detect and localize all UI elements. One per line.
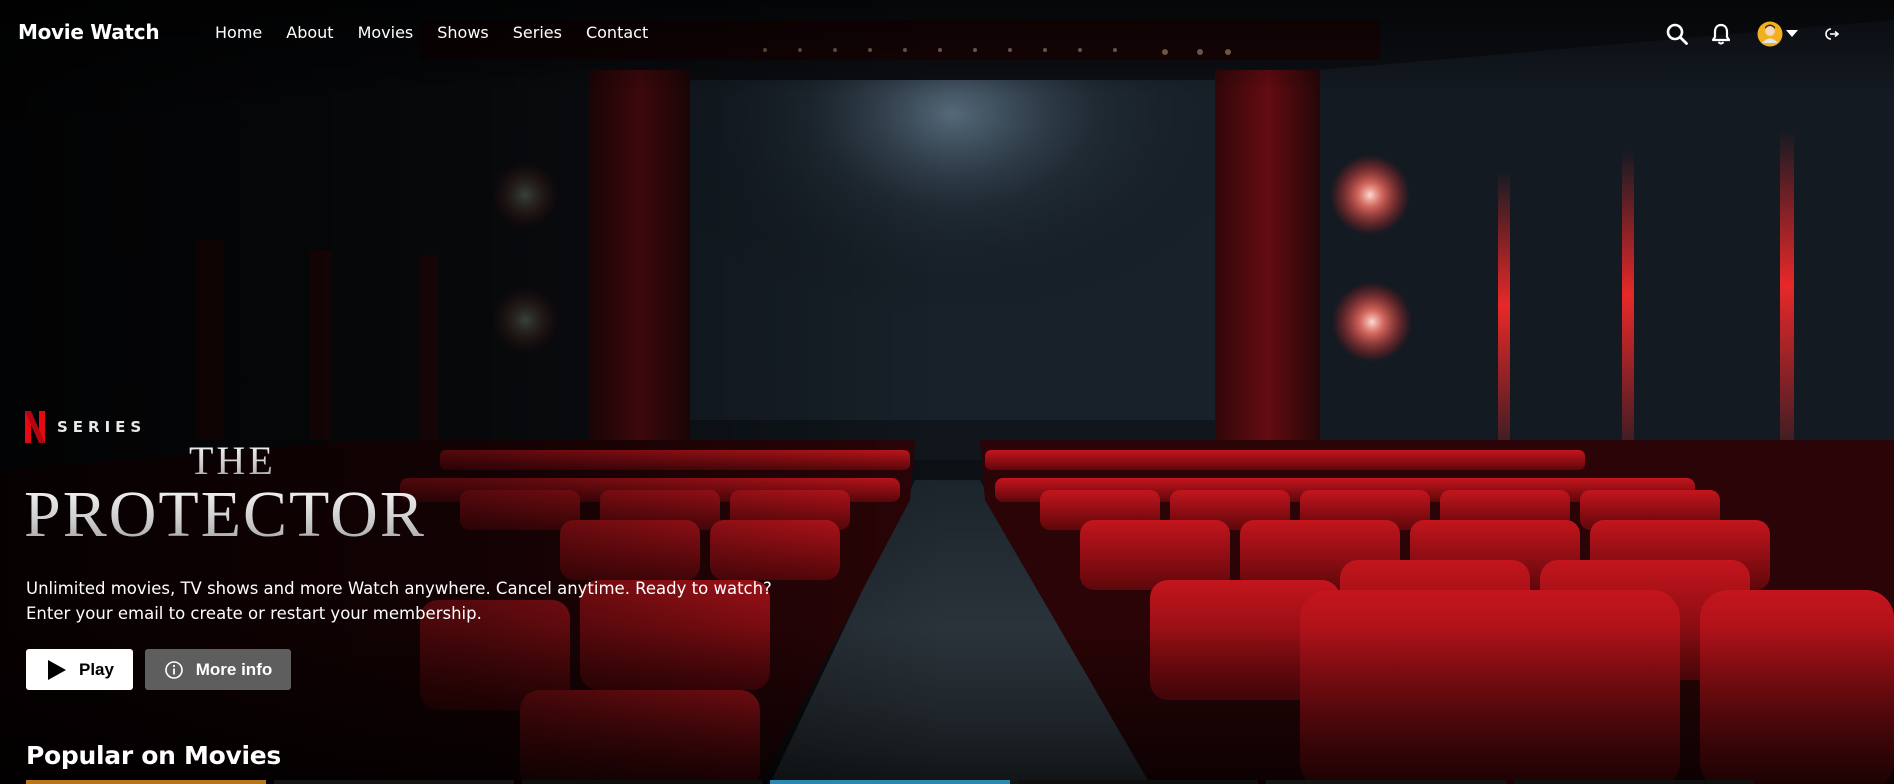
thumbnail-5[interactable] — [1018, 780, 1258, 784]
info-icon — [164, 660, 183, 679]
brand-logo[interactable]: Movie Watch — [18, 20, 160, 44]
nav-link-series[interactable]: Series — [513, 23, 562, 42]
hero-description-line-1: Unlimited movies, TV shows and more Watc… — [26, 579, 772, 598]
nav-link-contact[interactable]: Contact — [586, 23, 648, 42]
play-button[interactable]: Play — [26, 649, 133, 690]
section-title-popular: Popular on Movies — [26, 741, 281, 770]
nav-link-home[interactable]: Home — [215, 23, 262, 42]
title-line-2: PROTECTOR — [24, 478, 426, 540]
thumbnail-2[interactable] — [274, 780, 514, 784]
hero-description: Unlimited movies, TV shows and more Watc… — [26, 576, 786, 626]
logout-icon[interactable] — [1824, 20, 1840, 48]
more-info-button[interactable]: More info — [145, 649, 291, 690]
thumbnail-4[interactable] — [770, 780, 1010, 784]
search-icon[interactable] — [1664, 20, 1690, 48]
popular-row-thumbnails — [26, 780, 1754, 784]
nav-links: Home About Movies Shows Series Contact — [215, 23, 672, 42]
more-info-button-label: More info — [195, 659, 273, 679]
thumbnail-6[interactable] — [1266, 780, 1506, 784]
play-icon — [48, 659, 66, 680]
nav-link-about[interactable]: About — [286, 23, 333, 42]
bell-icon[interactable] — [1708, 20, 1734, 48]
series-label: SERIES — [57, 418, 147, 436]
series-badge: SERIES — [25, 411, 146, 443]
play-button-label: Play — [79, 659, 114, 679]
nav-link-movies[interactable]: Movies — [358, 23, 414, 42]
nav-actions — [1664, 20, 1894, 48]
title-logo: THE PROTECTOR — [24, 440, 426, 540]
avatar[interactable] — [1756, 20, 1784, 48]
thumbnail-1[interactable] — [26, 780, 266, 784]
top-navigation: Movie Watch Home About Movies Shows Seri… — [0, 0, 1894, 68]
hero-description-line-2: Enter your email to create or restart yo… — [26, 604, 482, 623]
thumbnail-3[interactable] — [522, 780, 762, 784]
thumbnail-7[interactable] — [1514, 780, 1754, 784]
netflix-n-logo — [25, 411, 45, 443]
nav-link-shows[interactable]: Shows — [437, 23, 489, 42]
title-line-1: THE — [189, 440, 276, 483]
caret-down-icon[interactable] — [1784, 20, 1800, 48]
